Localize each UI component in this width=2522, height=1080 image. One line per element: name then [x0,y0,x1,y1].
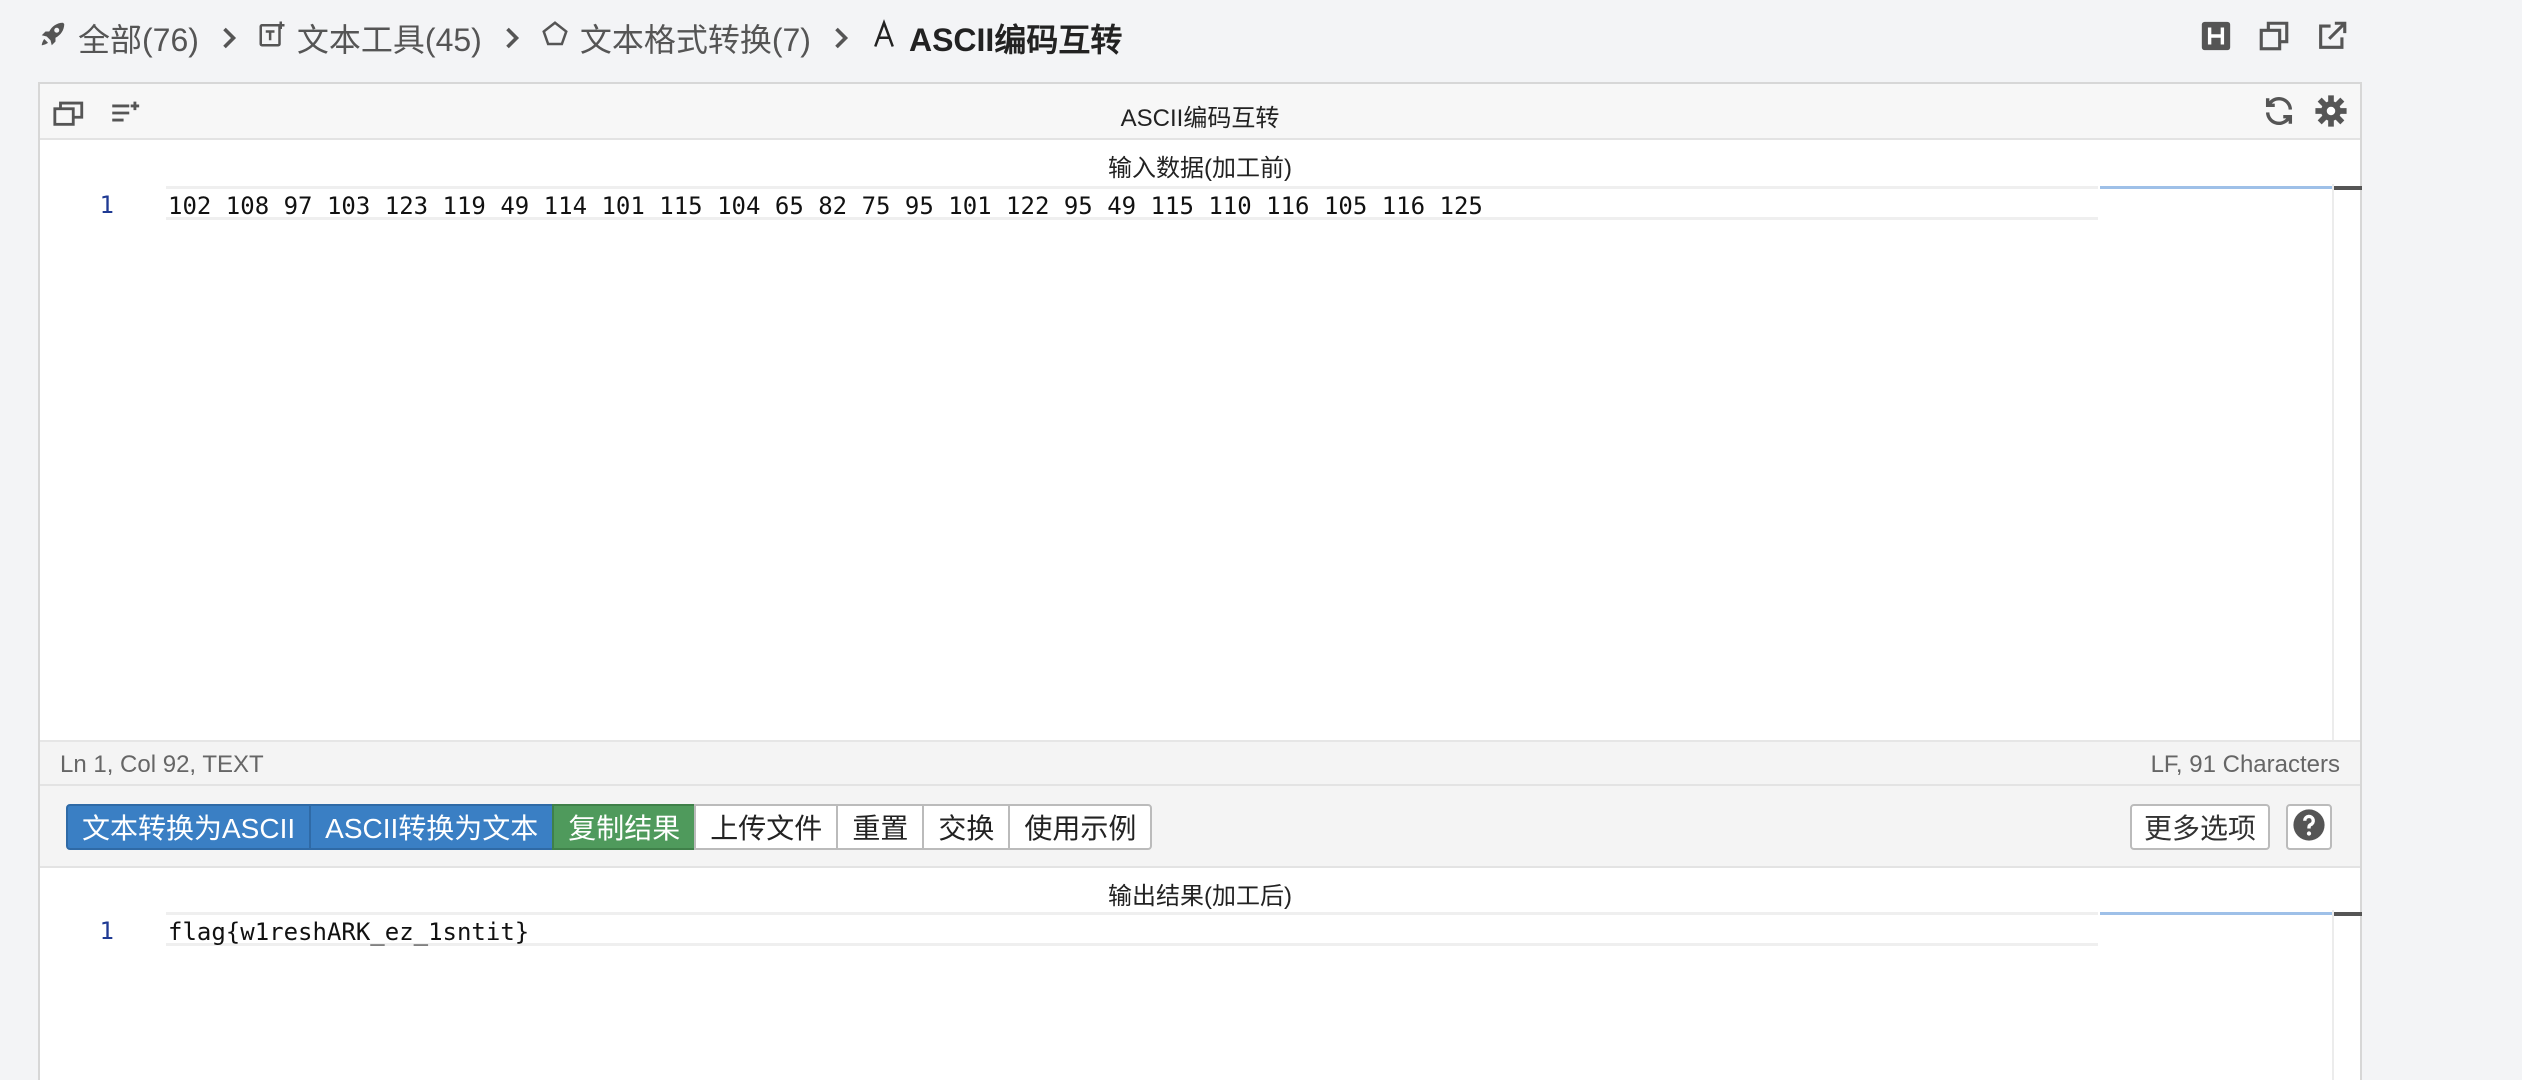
action-button-group: 文本转换为ASCII ASCII转换为文本 复制结果 上传文件 重置 交换 使用… [66,804,1153,850]
character-count: LF, 91 Characters [2150,751,2340,778]
ascii-to-text-button[interactable]: ASCII转换为文本 [309,804,555,850]
status-bar: Ln 1, Col 92, TEXT LF, 91 Characters [40,740,2360,786]
cursor-position: Ln 1, Col 92, TEXT [60,751,264,778]
line-number: 1 [99,191,114,219]
output-minimap[interactable] [2100,912,2350,932]
input-scroll-position [2334,186,2362,190]
letter-a-icon [869,19,899,57]
output-scroll-position [2334,912,2362,916]
more-options-button[interactable]: 更多选项 [2130,804,2271,850]
line-number: 1 [99,917,114,945]
chevron-right-icon [219,26,239,50]
reset-button[interactable]: 重置 [836,804,925,850]
output-scrollbar[interactable] [2332,910,2362,1080]
output-editor[interactable]: 1 flag{w1reshARK_ez_1sntit} [40,910,2362,1080]
input-editor[interactable]: 1 102 108 97 103 123 119 49 114 101 115 … [40,184,2362,740]
input-text[interactable]: 102 108 97 103 123 119 49 114 101 115 10… [166,186,2098,220]
chevron-right-icon [502,26,522,50]
swap-button[interactable]: 交换 [922,804,1011,850]
breadcrumb-label: 文本格式转换(7) [579,22,811,58]
breadcrumb-item-format-conversion[interactable]: 文本格式转换(7) [540,15,811,61]
question-circle-icon [2292,808,2326,847]
panel-title: ASCII编码互转 [1120,105,1280,132]
settings-icon[interactable] [2312,92,2350,130]
rocket-icon [38,19,68,57]
help-button[interactable] [2286,804,2332,850]
output-text[interactable]: flag{w1reshARK_ez_1sntit} [166,912,2098,946]
tool-panel: ASCII编码互转 输入数据(加工前) 1 102 108 97 103 123… [38,82,2362,1080]
breadcrumb-label: 全部(76) [78,22,199,58]
external-link-icon[interactable] [2314,16,2350,56]
breadcrumb-item-current: ASCII编码互转 [869,15,1122,61]
breadcrumb-label: ASCII编码互转 [908,22,1123,58]
input-scrollbar[interactable] [2332,184,2362,740]
text-to-ascii-button[interactable]: 文本转换为ASCII [66,804,312,850]
chevron-right-icon [831,26,851,50]
upload-file-button[interactable]: 上传文件 [694,804,839,850]
example-button[interactable]: 使用示例 [1008,804,1153,850]
breadcrumb-item-all[interactable]: 全部(76) [38,15,199,61]
output-label: 输出结果(加工后) [1108,883,1292,910]
top-actions [2198,16,2350,56]
copy-result-button[interactable]: 复制结果 [552,804,697,850]
refresh-icon[interactable] [2260,92,2298,130]
header-toggle-icon[interactable] [2198,16,2234,56]
window-icon[interactable] [2256,16,2292,56]
input-minimap[interactable] [2100,186,2350,206]
pentagon-icon [540,19,570,57]
breadcrumb-item-text-tools[interactable]: 文本工具(45) [257,15,482,61]
input-label: 输入数据(加工前) [1108,155,1292,182]
breadcrumb: 全部(76) 文本工具(45) 文本格式转换(7) ASCII编码互转 [38,14,1122,62]
breadcrumb-label: 文本工具(45) [296,22,482,58]
text-tool-icon [257,19,287,57]
action-toolbar: 文本转换为ASCII ASCII转换为文本 复制结果 上传文件 重置 交换 使用… [40,786,2360,868]
panel-header: ASCII编码互转 [40,84,2360,140]
